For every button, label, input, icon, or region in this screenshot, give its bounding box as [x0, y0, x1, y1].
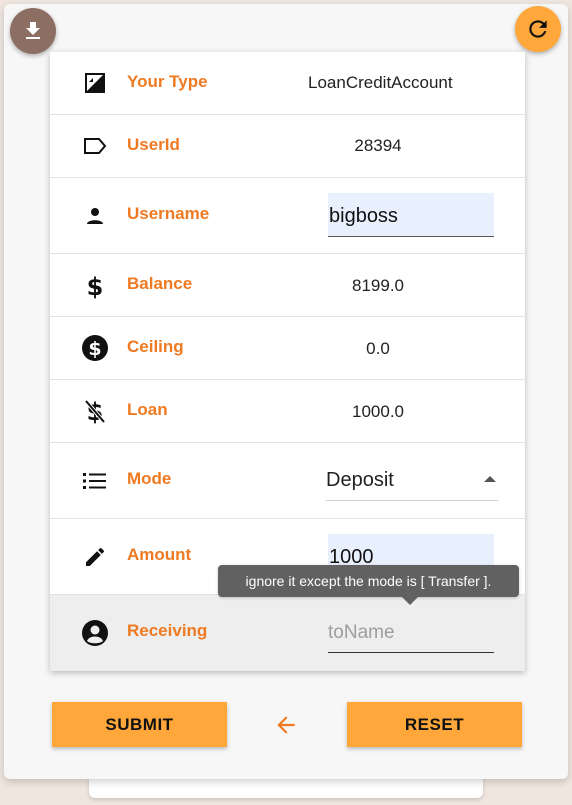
- download-icon: [26, 22, 40, 39]
- username-label: Username: [127, 204, 210, 223]
- label-tag-icon: [81, 132, 109, 160]
- row-mode: Mode Deposit: [50, 443, 525, 519]
- username-input[interactable]: bigboss: [328, 193, 494, 237]
- mode-label: Mode: [127, 469, 172, 488]
- row-username: Username bigboss: [50, 178, 525, 254]
- download-button[interactable]: [10, 8, 56, 54]
- dollar-off-icon: $: [81, 397, 109, 425]
- person-icon: [81, 202, 109, 230]
- submit-button[interactable]: SUBMIT: [52, 702, 227, 747]
- back-button[interactable]: [273, 712, 299, 738]
- mode-select[interactable]: Deposit: [326, 461, 498, 501]
- account-circle-icon: [81, 619, 109, 647]
- row-receiving: Receiving toName: [50, 595, 525, 671]
- arrow-left-icon: [277, 716, 295, 734]
- account-type-icon: [81, 69, 109, 97]
- dollar-icon: $: [81, 272, 109, 300]
- ceiling-label: Ceiling: [127, 337, 184, 356]
- mode-selected-value: Deposit: [326, 469, 394, 491]
- row-userid: UserId 28394: [50, 115, 525, 178]
- row-ceiling: $ Ceiling 0.0: [50, 317, 525, 380]
- ceiling-value: 0.0: [366, 339, 390, 358]
- refresh-button[interactable]: [515, 6, 561, 52]
- caret-up-icon: [484, 476, 496, 482]
- loan-value: 1000.0: [352, 402, 404, 421]
- your-type-value: LoanCreditAccount: [308, 73, 453, 92]
- userid-value: 28394: [354, 136, 402, 155]
- balance-value: 8199.0: [352, 276, 404, 295]
- svg-text:$: $: [88, 338, 101, 360]
- list-icon: [81, 467, 109, 495]
- loan-label: Loan: [127, 400, 168, 419]
- pencil-icon: [81, 543, 109, 571]
- refresh-icon: [529, 20, 547, 38]
- balance-label: Balance: [127, 274, 193, 293]
- row-balance: $ Balance 8199.0: [50, 254, 525, 317]
- row-loan: $ Loan 1000.0: [50, 380, 525, 443]
- amount-tooltip: ignore it except the mode is [ Transfer …: [218, 565, 519, 605]
- receiving-label: Receiving: [127, 621, 208, 640]
- amount-label: Amount: [127, 545, 192, 564]
- dollar-circle-icon: $: [81, 334, 109, 362]
- row-your-type: Your Type LoanCreditAccount: [50, 52, 525, 115]
- your-type-label: Your Type: [127, 72, 208, 91]
- userid-label: UserId: [127, 135, 180, 154]
- reset-button[interactable]: RESET: [347, 702, 522, 747]
- svg-text:$: $: [87, 273, 104, 299]
- receiving-input[interactable]: toName: [328, 613, 494, 653]
